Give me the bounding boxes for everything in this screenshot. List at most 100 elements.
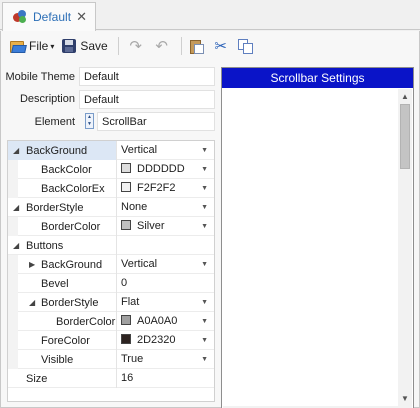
dropdown-icon[interactable]: ▼ — [201, 166, 208, 173]
property-row[interactable]: ◢ BorderStyle Flat ▼ — [8, 293, 214, 312]
row-gutter — [8, 331, 18, 350]
copy-button[interactable] — [235, 34, 256, 58]
scrollbar-preview: Scrollbar Settings ▲ ▼ ◀ ▶ — [221, 67, 414, 408]
save-button[interactable]: Save — [59, 34, 110, 58]
color-swatch — [121, 315, 131, 325]
expander-icon[interactable]: ◢ — [13, 203, 19, 212]
scroll-down-icon[interactable]: ▼ — [401, 394, 409, 403]
preview-title: Scrollbar Settings — [222, 68, 413, 88]
property-row[interactable]: BackColor DDDDDD ▼ — [8, 160, 214, 179]
property-name: Bevel — [41, 278, 69, 290]
scissors-icon: ✂ — [214, 38, 227, 55]
dropdown-icon[interactable]: ▼ — [201, 318, 208, 325]
description-field[interactable]: Default — [79, 90, 215, 109]
undo-button[interactable]: ↶ — [150, 34, 174, 58]
paste-button[interactable] — [187, 34, 207, 58]
mobile-theme-field[interactable]: Default — [79, 67, 215, 86]
property-name: BorderStyle — [26, 202, 84, 214]
property-value[interactable]: 2D2320 ▼ — [116, 331, 214, 350]
value-text: Silver — [137, 220, 165, 232]
property-name: BorderColor — [56, 316, 116, 328]
property-value[interactable]: 16 — [116, 369, 214, 388]
row-gutter — [8, 312, 18, 331]
scroll-up-icon[interactable]: ▲ — [401, 92, 409, 101]
property-name: BackGround — [26, 145, 88, 157]
property-row[interactable]: ◢ BackGround Vertical ▼ — [8, 141, 214, 160]
paste-icon — [189, 39, 204, 54]
property-name: BorderColor — [41, 221, 101, 233]
value-text: F2F2F2 — [137, 182, 176, 194]
element-spinner[interactable]: ▲ ▼ — [85, 113, 94, 129]
element-label: Element — [34, 116, 75, 128]
save-label: Save — [80, 39, 108, 53]
property-value[interactable] — [116, 236, 214, 255]
dropdown-icon[interactable]: ▼ — [201, 204, 208, 211]
vertical-scroll-thumb[interactable] — [400, 104, 410, 169]
row-gutter — [8, 217, 18, 236]
color-swatch — [121, 163, 131, 173]
expander-icon[interactable]: ◢ — [13, 146, 19, 155]
dropdown-icon[interactable]: ▼ — [201, 337, 208, 344]
color-swatch — [121, 334, 131, 344]
property-name: Visible — [41, 354, 74, 366]
vertical-scrollbar[interactable]: ▲ ▼ — [398, 89, 412, 406]
dropdown-icon[interactable]: ▼ — [201, 147, 208, 154]
property-row[interactable]: ForeColor 2D2320 ▼ — [8, 331, 214, 350]
property-value[interactable]: Vertical ▼ — [116, 141, 214, 160]
value-text: Vertical — [121, 144, 158, 156]
property-value[interactable]: A0A0A0 ▼ — [116, 312, 214, 331]
property-row[interactable]: Visible True ▼ — [8, 350, 214, 369]
property-row[interactable]: BackColorEx F2F2F2 ▼ — [8, 179, 214, 198]
property-value[interactable]: Vertical ▼ — [116, 255, 214, 274]
property-value[interactable]: DDDDDD ▼ — [116, 160, 214, 179]
cut-button[interactable]: ✂ — [209, 34, 233, 58]
property-name: Size — [26, 373, 48, 385]
spin-up-icon[interactable]: ▲ — [86, 114, 93, 121]
dropdown-icon[interactable]: ▼ — [201, 299, 208, 306]
spin-down-icon[interactable]: ▼ — [86, 121, 93, 128]
value-text: 16 — [121, 372, 134, 384]
dropdown-icon[interactable]: ▼ — [201, 185, 208, 192]
dropdown-icon[interactable]: ▼ — [201, 223, 208, 230]
property-row[interactable]: ◢ Buttons — [8, 236, 214, 255]
property-name: ForeColor — [41, 335, 90, 347]
tab-label: Default — [33, 10, 72, 24]
close-icon[interactable]: ✕ — [76, 9, 87, 25]
value-text: DDDDDD — [137, 163, 185, 175]
expander-icon[interactable]: ▶ — [29, 260, 35, 269]
toolbar-separator — [117, 37, 119, 55]
property-row[interactable]: BorderColor A0A0A0 ▼ — [8, 312, 214, 331]
redo-icon: ↷ — [129, 38, 142, 55]
save-icon — [62, 39, 77, 53]
redo-button[interactable]: ↷ — [124, 34, 148, 58]
expander-icon[interactable]: ◢ — [29, 298, 35, 307]
row-gutter — [8, 274, 18, 293]
property-value[interactable]: F2F2F2 ▼ — [116, 179, 214, 198]
property-row[interactable]: ▶ BackGround Vertical ▼ — [8, 255, 214, 274]
file-menu-button[interactable]: File ▾ — [7, 34, 57, 58]
file-menu-label: File — [29, 39, 49, 53]
value-text: Flat — [121, 296, 140, 308]
property-grid: ◢ BackGround Vertical ▼ BackColor DDDDDD ▼… — [7, 140, 215, 402]
property-value[interactable]: Flat ▼ — [116, 293, 214, 312]
color-swatch — [121, 220, 131, 230]
tab-strip: Default ✕ — [0, 0, 420, 31]
property-row[interactable]: ◢ BorderStyle None ▼ — [8, 198, 214, 217]
element-field[interactable]: ScrollBar — [97, 112, 215, 131]
property-row[interactable]: Bevel 0 — [8, 274, 214, 293]
property-value[interactable]: Silver ▼ — [116, 217, 214, 236]
dropdown-icon[interactable]: ▼ — [201, 356, 208, 363]
property-name: BackColor — [41, 164, 92, 176]
copy-icon — [237, 38, 253, 54]
value-text: A0A0A0 — [137, 315, 178, 327]
property-value[interactable]: None ▼ — [116, 198, 214, 217]
expander-icon[interactable]: ◢ — [13, 241, 19, 250]
property-value[interactable]: True ▼ — [116, 350, 214, 369]
property-row[interactable]: Size 16 — [8, 369, 214, 388]
property-value[interactable]: 0 — [116, 274, 214, 293]
dropdown-icon[interactable]: ▼ — [201, 261, 208, 268]
property-row[interactable]: BorderColor Silver ▼ — [8, 217, 214, 236]
row-gutter — [8, 255, 18, 274]
property-name: BackColorEx — [41, 183, 105, 195]
tab-default[interactable]: Default ✕ — [2, 2, 96, 31]
